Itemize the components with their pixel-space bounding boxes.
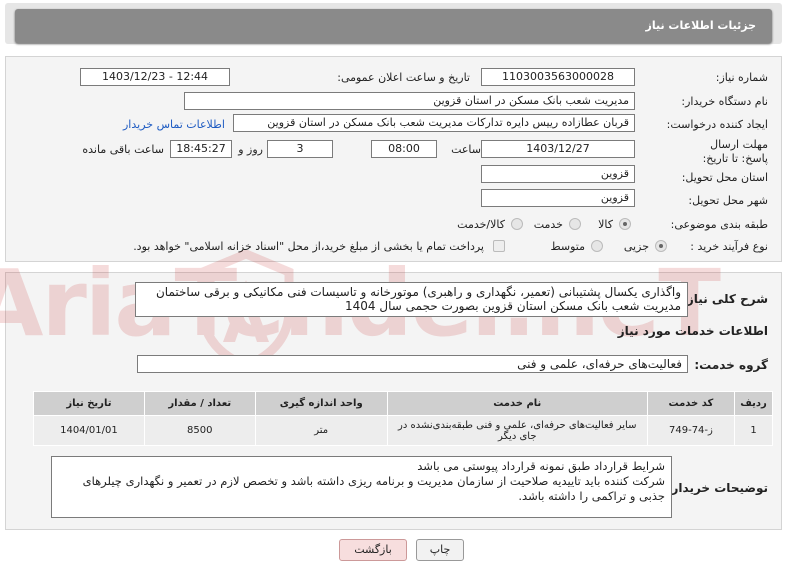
cell-unit: متر [255,415,389,446]
services-section-title: اطلاعات خدمات مورد نیاز [618,324,769,338]
creator-label: ایجاد کننده درخواست: [667,118,769,131]
city-label: شهر محل تحویل: [689,194,769,207]
page-title: جزئیات اطلاعات نیاز [646,19,758,32]
need-number-label: شماره نیاز: [716,71,769,84]
deadline-date-field: 1403/12/27 [482,140,636,158]
summary-label: شرح کلی نیاز: [683,292,769,306]
col-service-name: نام خدمت [387,391,649,416]
col-unit: واحد اندازه گیری [255,391,389,416]
province-field: قزوین [482,165,636,183]
remaining-label: ساعت باقی مانده [83,143,165,156]
cell-service-code: ز-74-749 [647,415,737,446]
cell-need-date: 1404/01/01 [34,415,146,446]
days-label: روز و [239,143,264,156]
header-bar: جزئیات اطلاعات نیاز [6,3,783,44]
buyer-org-label: نام دستگاه خریدار: [682,95,769,108]
print-button[interactable]: چاپ [417,539,465,561]
services-table: ردیف کد خدمت نام خدمت واحد اندازه گیری ت… [34,391,774,446]
announce-label: تاریخ و ساعت اعلان عمومی: [338,71,471,84]
service-group-label: گروه خدمت: [695,358,769,372]
back-button[interactable]: بازگشت [340,539,408,561]
header-panel: جزئیات اطلاعات نیاز [16,9,773,43]
col-service-code: کد خدمت [647,391,737,416]
need-number-field: 1103003563000028 [482,68,636,86]
days-remaining-field: 3 [268,140,334,158]
cell-service-name: سایر فعالیت‌های حرفه‌ای، علمی و فنی طبقه… [387,415,649,446]
buyer-notes-textarea: شرایط قرارداد طبق نمونه قرارداد پیوستی م… [52,456,673,518]
col-quantity: تعداد / مقدار [144,391,257,416]
announce-datetime-field: 1403/12/23 - 12:44 [81,68,231,86]
buyer-org-field: مدیریت شعب بانک مسکن در استان قزوین [185,92,636,110]
deadline-label: مهلت ارسال پاسخ: تا تاریخ: [703,138,769,165]
province-label: استان محل تحویل: [682,171,769,184]
buyer-contact-link[interactable]: اطلاعات تماس خریدار [124,118,226,131]
summary-textarea: واگذاری یکسال پشتیبانی (تعمیر، نگهداری و… [136,282,689,317]
category-radio-goods[interactable] [620,218,632,230]
category-radio-service[interactable] [570,218,582,230]
service-group-field: فعالیت‌های حرفه‌ای، علمی و فنی [138,355,689,373]
remaining-time-field: 18:45:27 [171,140,233,158]
buyer-notes-label: توضیحات خریدار: [667,481,769,495]
category-radio-goods-service[interactable] [512,218,524,230]
city-field: قزوین [482,189,636,207]
col-need-date: تاریخ نیاز [34,391,146,416]
deadline-time-label: ساعت [452,143,482,156]
table-row: 1 ز-74-749 سایر فعالیت‌های حرفه‌ای، علمی… [34,415,774,446]
cell-row: 1 [735,415,774,446]
cell-quantity: 8500 [144,415,257,446]
table-header-row: ردیف کد خدمت نام خدمت واحد اندازه گیری ت… [34,391,774,416]
col-row: ردیف [735,391,774,416]
deadline-time-field: 08:00 [372,140,438,158]
creator-field: قربان عطازاده رییس دایره تدارکات مدیریت … [234,114,636,132]
